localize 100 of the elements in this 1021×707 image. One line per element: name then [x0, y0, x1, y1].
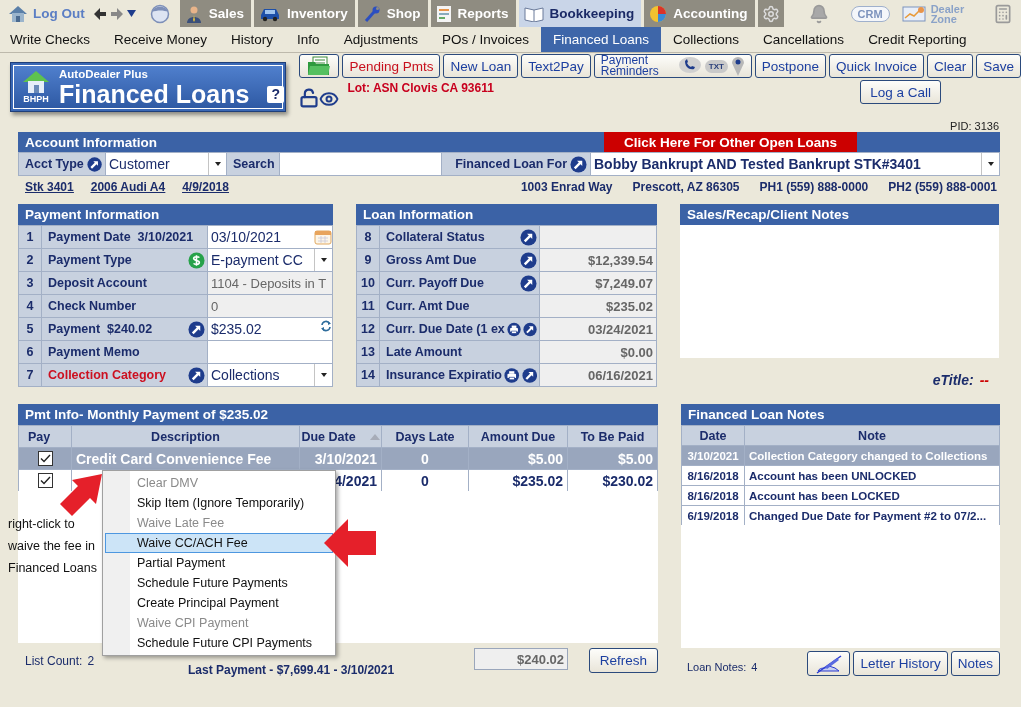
section-tab[interactable]: Collections [661, 27, 752, 52]
menu-item[interactable]: Waive CC/ACH Fee [105, 533, 333, 553]
panel-title: Payment Information [18, 204, 333, 225]
settings-icon [761, 4, 780, 23]
section-tab[interactable]: Adjustments [331, 27, 430, 52]
table-cell: 3/10/2021 [682, 446, 744, 465]
field-label: Payment Date 3/10/2021 [48, 230, 194, 244]
pid-label: PID: 3136 [950, 120, 999, 132]
caret-icon[interactable] [126, 10, 136, 17]
lock-icon[interactable] [299, 88, 320, 108]
row-number: 9 [357, 249, 379, 271]
section-tab[interactable]: History [219, 27, 286, 52]
log-call-button[interactable]: Log a Call [860, 80, 941, 104]
menu-item[interactable]: Schedule Future Payments [105, 573, 333, 593]
notes-button[interactable]: Notes [950, 651, 1000, 676]
panel-title: Sales/Recap/Client Notes [680, 204, 999, 225]
pending-payments-button[interactable]: Pending Pmts [342, 54, 441, 78]
refresh-icon[interactable] [320, 320, 332, 332]
row-number: 14 [357, 364, 379, 386]
last-payment-text: Last Payment - $7,699.41 - 3/10/2021 [188, 663, 396, 677]
pen-icon [814, 653, 843, 674]
select-field[interactable]: Collections [208, 364, 332, 386]
vehicle-link[interactable]: Stk 3401 2006 Audi A4 4/9/2018 [25, 180, 229, 194]
panel-title: Pmt Info- Monthly Payment of $235.02 [18, 404, 658, 425]
contact-text: PH1 (559) 888-0000 [759, 180, 869, 194]
settings-tab[interactable] [757, 0, 784, 27]
section-tab[interactable]: Info [285, 27, 332, 52]
etitle-label: eTitle: [932, 372, 974, 388]
contact-text: PH2 (559) 888-0001 [888, 180, 997, 194]
menu-item[interactable]: Schedule Future CPI Payments [105, 633, 333, 653]
brand-name: AutoDealer Plus [59, 67, 149, 81]
column-header[interactable]: Date [682, 426, 744, 445]
section-tab[interactable]: Write Checks [0, 27, 103, 52]
column-header[interactable]: Pay [19, 426, 71, 447]
eye-icon[interactable] [319, 89, 340, 109]
column-header[interactable]: Amount Due [469, 426, 567, 447]
folder-button[interactable] [299, 54, 340, 78]
column-header[interactable]: To Be Paid [568, 426, 657, 447]
field-label: Insurance Expiratio [386, 368, 502, 382]
table-cell: $5.00 [568, 448, 657, 469]
field-label: Deposit Account [48, 276, 147, 290]
readonly-field: $7,249.07 [540, 272, 656, 294]
column-header[interactable]: Due Date [300, 426, 381, 447]
letter-button[interactable] [807, 651, 851, 676]
annotation-text: right-click to waive the fee in Financed Loans [8, 516, 98, 577]
table-cell: 8/16/2018 [682, 466, 744, 485]
section-tab[interactable]: Cancellations [751, 27, 857, 52]
payment-reminders-button[interactable]: Payment Reminders TXT [593, 54, 752, 78]
select-field[interactable]: E-payment CC [208, 249, 332, 271]
chart-icon [901, 4, 926, 23]
help-button[interactable]: ? [267, 85, 285, 103]
column-header[interactable]: Days Late [382, 426, 468, 447]
checkbox[interactable] [37, 473, 53, 488]
printer-icon[interactable] [506, 320, 521, 338]
notes-button[interactable]: Letter History [853, 651, 948, 676]
row-number: 10 [357, 272, 379, 294]
field-label: Curr. Payoff Due [386, 276, 484, 290]
other-loans-link[interactable]: Click Here For Other Open Loans [604, 132, 857, 152]
count-value: 4 [751, 661, 758, 673]
pie-chart-icon [649, 4, 668, 23]
count-label: List Count: [25, 654, 83, 668]
module-tab[interactable]: Bookkeeping [518, 0, 642, 27]
wrench-icon [362, 4, 381, 23]
toolbar-button[interactable]: Save [976, 54, 1021, 78]
menu-item[interactable]: Create Principal Payment [105, 593, 333, 613]
readonly-field: 1104 - Deposits in T [208, 272, 332, 294]
toolbar-button[interactable]: Postpone [754, 54, 826, 78]
count-label: Loan Notes: [687, 661, 747, 673]
column-header[interactable]: Note [745, 426, 999, 445]
menu-item[interactable]: Skip Item (Ignore Temporarily) [105, 493, 333, 513]
refresh-button[interactable]: Refresh [588, 648, 658, 673]
checkbox[interactable] [37, 451, 53, 466]
field-label: Curr. Amt Due [386, 299, 470, 313]
report-icon [435, 4, 452, 23]
readonly-field: 0 [208, 295, 332, 317]
toolbar-button[interactable]: New Loan [443, 54, 519, 78]
section-tab[interactable]: Receive Money [102, 27, 220, 52]
face-icon[interactable] [148, 3, 171, 24]
back-icon[interactable] [92, 6, 107, 21]
page-title: Financed Loans [59, 80, 250, 107]
menu-item[interactable]: Partial Payment [105, 553, 333, 573]
toolbar-button[interactable]: Text2Pay [521, 54, 591, 78]
row-number: 8 [357, 226, 379, 248]
toolbar-button[interactable]: Quick Invoice [828, 54, 924, 78]
printer-icon[interactable] [504, 366, 520, 384]
panel-title: Loan Information [356, 204, 657, 225]
memo-field[interactable] [208, 341, 332, 363]
readonly-field: 03/24/2021 [540, 318, 656, 340]
count-value: 2 [87, 654, 95, 668]
coin-icon[interactable] [188, 251, 205, 269]
column-header[interactable]: Description [72, 426, 299, 447]
toolbar-button[interactable]: Clear [926, 54, 974, 78]
row-number: 7 [19, 364, 41, 386]
section-tab[interactable]: Financed Loans [540, 27, 662, 52]
date-field[interactable]: 03/10/2021 [208, 226, 332, 248]
section-tab[interactable]: Credit Reporting [856, 27, 979, 52]
section-tab[interactable]: POs / Invoices [429, 27, 541, 52]
total-field: $240.02 [474, 648, 568, 670]
row-number: 4 [19, 295, 41, 317]
amount-field[interactable]: $235.02 [208, 318, 332, 340]
